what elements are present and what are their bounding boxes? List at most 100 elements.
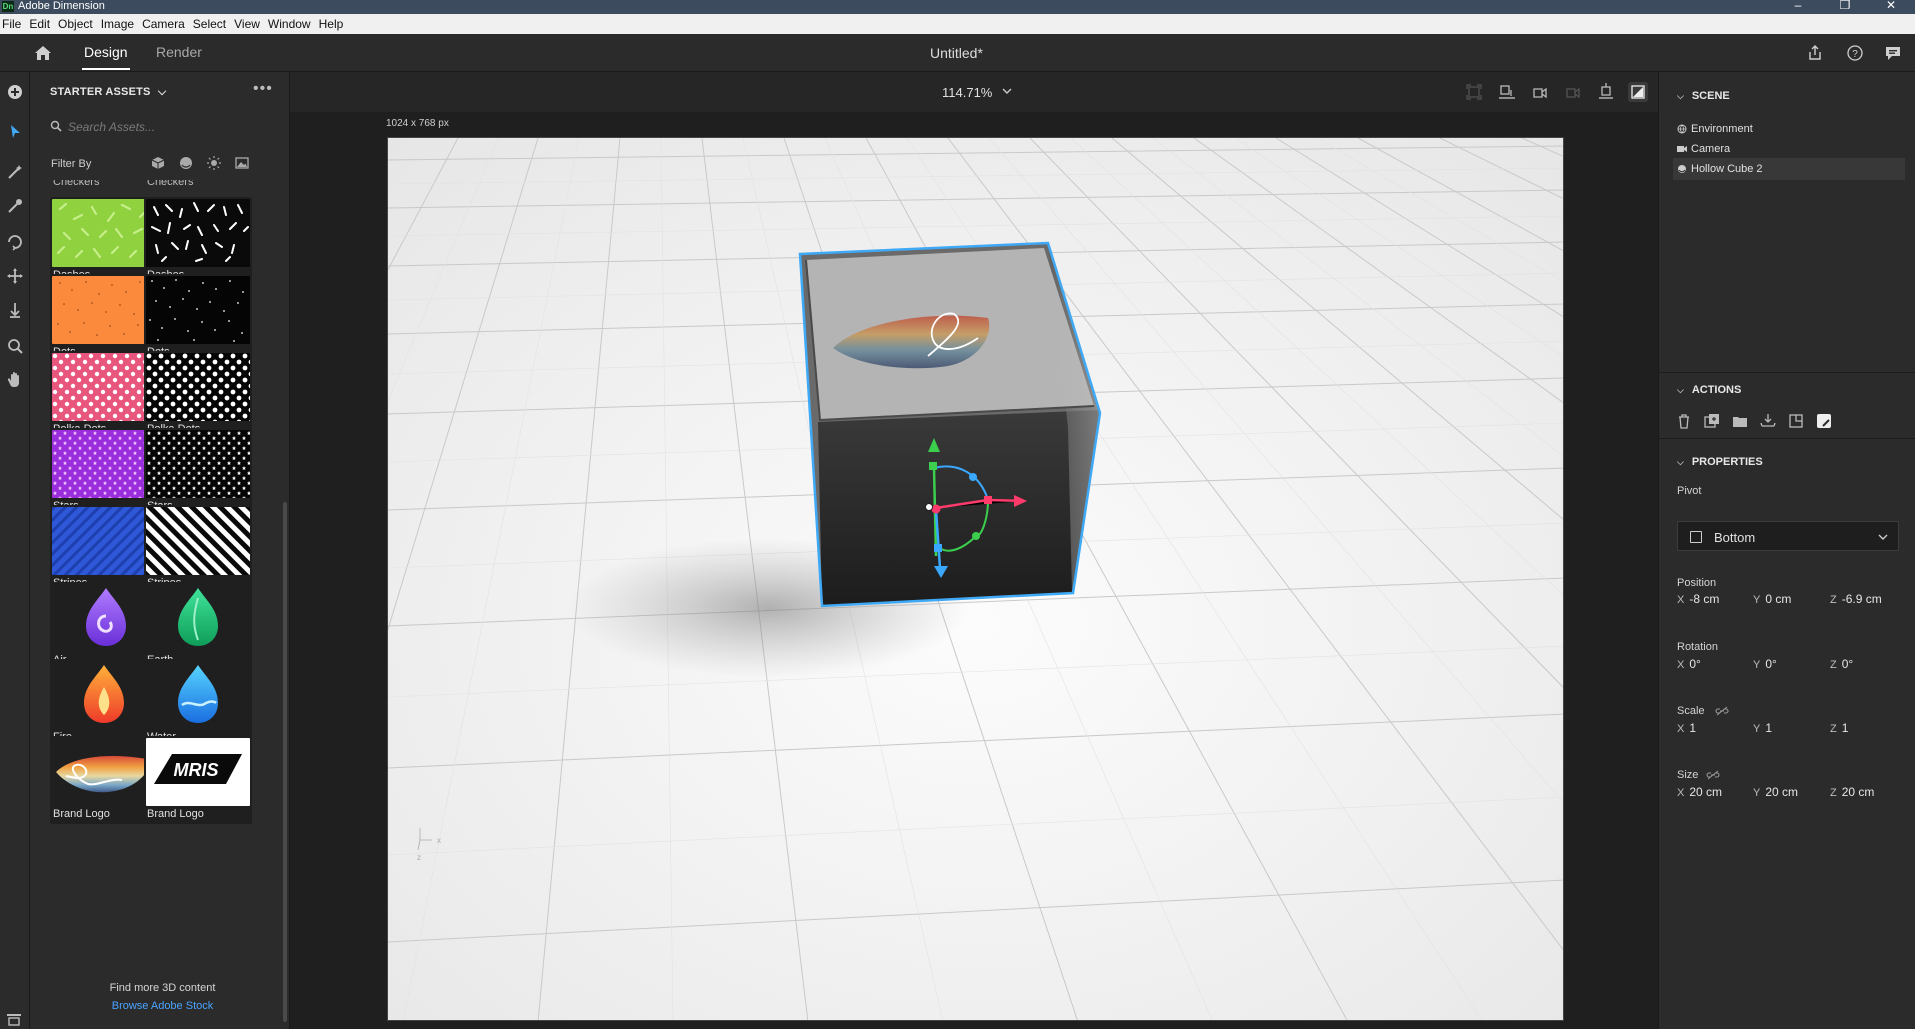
more-options-icon[interactable]: ••• bbox=[253, 80, 273, 98]
asset-brand-logo-mris[interactable]: MRIS Brand Logo bbox=[144, 736, 252, 824]
scene-item-camera[interactable]: Camera bbox=[1673, 138, 1905, 160]
asset-search bbox=[50, 116, 270, 138]
orbit-tool-icon[interactable] bbox=[5, 232, 25, 252]
asset-label: Brand Logo bbox=[147, 808, 204, 820]
asset-brand-logo-feather[interactable]: Brand Logo bbox=[50, 736, 158, 824]
position-y-field[interactable]: Y0 cm bbox=[1753, 592, 1791, 606]
menu-camera[interactable]: Camera bbox=[142, 17, 191, 31]
size-label: Size bbox=[1677, 769, 1699, 781]
asset-water[interactable]: Water bbox=[144, 659, 252, 747]
asset-dashes-green[interactable]: Dashes bbox=[50, 197, 158, 285]
menu-image[interactable]: Image bbox=[101, 17, 140, 31]
scene-item-hollow-cube[interactable]: Hollow Cube 2 bbox=[1673, 158, 1905, 180]
select-tool-icon[interactable] bbox=[5, 122, 25, 142]
home-icon[interactable] bbox=[34, 45, 52, 61]
camera-bookmark-icon[interactable] bbox=[1530, 82, 1550, 102]
asset-dashes-black[interactable]: Dashes bbox=[144, 197, 252, 285]
menu-edit[interactable]: Edit bbox=[29, 17, 56, 31]
search-icon bbox=[50, 120, 62, 132]
material-edit-icon[interactable] bbox=[1815, 412, 1833, 430]
share-icon[interactable] bbox=[1806, 44, 1824, 62]
asset-air[interactable]: Air bbox=[50, 582, 158, 670]
asset-earth[interactable]: Earth bbox=[144, 582, 252, 670]
actions-section-header[interactable]: ⌵ ACTIONS bbox=[1677, 384, 1741, 396]
app-logo-icon: Dn bbox=[2, 1, 14, 12]
asset-fire[interactable]: Fire bbox=[50, 659, 158, 747]
asset-polka-pink[interactable]: Polka Dots bbox=[50, 351, 158, 439]
magic-wand-icon[interactable] bbox=[5, 162, 25, 182]
filter-lights-icon[interactable] bbox=[207, 156, 221, 170]
menu-file[interactable]: File bbox=[2, 17, 27, 31]
rotation-z-field[interactable]: Z 0° bbox=[1830, 657, 1853, 671]
tab-design[interactable]: Design bbox=[82, 44, 130, 70]
dolly-tool-icon[interactable] bbox=[5, 300, 25, 320]
duplicate-icon[interactable] bbox=[1703, 412, 1721, 430]
group-folder-icon[interactable] bbox=[1731, 412, 1749, 430]
size-x-field[interactable]: X 20 cm bbox=[1677, 785, 1722, 799]
menu-view[interactable]: View bbox=[234, 17, 266, 31]
layers-panel-icon[interactable] bbox=[6, 1012, 22, 1026]
asset-dots-black[interactable]: Dots bbox=[144, 274, 252, 362]
minimize-icon[interactable]: – bbox=[1778, 0, 1818, 12]
undo-camera-icon[interactable] bbox=[1563, 82, 1583, 102]
pan-camera-icon[interactable] bbox=[5, 266, 25, 286]
frame-icon[interactable] bbox=[1464, 82, 1484, 102]
align-ground-icon[interactable] bbox=[1497, 82, 1517, 102]
3d-viewport[interactable]: x z bbox=[387, 137, 1564, 1021]
filter-images-icon[interactable] bbox=[235, 156, 249, 170]
rotation-y-field[interactable]: Y 0° bbox=[1753, 657, 1777, 671]
asset-stripes-bw[interactable]: Stripes bbox=[144, 505, 252, 593]
send-to-ground-icon[interactable] bbox=[1596, 82, 1616, 102]
feather-logo-thumbnail bbox=[52, 738, 156, 806]
close-icon[interactable]: ✕ bbox=[1871, 0, 1911, 12]
dashes-thumbnail bbox=[52, 199, 156, 267]
size-z-field[interactable]: Z 20 cm bbox=[1830, 785, 1874, 799]
stripes-thumbnail bbox=[146, 507, 250, 575]
filter-models-icon[interactable] bbox=[151, 156, 165, 170]
rotation-x-field[interactable]: X 0° bbox=[1677, 657, 1701, 671]
assets-panel-title[interactable]: STARTER ASSETS ⌵ bbox=[50, 86, 166, 99]
position-z-field[interactable]: Z -6.9 cm bbox=[1830, 592, 1882, 606]
menu-window[interactable]: Window bbox=[268, 17, 317, 31]
scale-x-field[interactable]: X1 bbox=[1677, 721, 1696, 735]
search-input[interactable] bbox=[68, 118, 263, 136]
tab-render[interactable]: Render bbox=[156, 44, 202, 60]
menu-object[interactable]: Object bbox=[58, 17, 99, 31]
position-x-field[interactable]: X -8 cm bbox=[1677, 592, 1719, 606]
link-proportions-icon[interactable] bbox=[1706, 770, 1720, 780]
menu-select[interactable]: Select bbox=[193, 17, 232, 31]
browse-adobe-stock-link[interactable]: Browse Adobe Stock bbox=[60, 1000, 265, 1012]
pivot-dropdown[interactable]: Bottom bbox=[1677, 521, 1899, 551]
asset-stars-black[interactable]: Stars bbox=[144, 428, 252, 516]
asset-stars-purple[interactable]: Stars bbox=[50, 428, 158, 516]
delete-icon[interactable] bbox=[1675, 412, 1693, 430]
sample-tool-icon[interactable] bbox=[5, 196, 25, 216]
scale-y-field[interactable]: Y1 bbox=[1753, 721, 1772, 735]
scene-section-header[interactable]: ⌵ SCENE bbox=[1677, 90, 1730, 102]
place-on-image-icon[interactable] bbox=[1787, 412, 1805, 430]
chevron-down-icon: ⌵ bbox=[1677, 91, 1684, 101]
scale-z-field[interactable]: Z1 bbox=[1830, 721, 1848, 735]
zoom-level[interactable]: 114.71% bbox=[942, 85, 992, 100]
size-y-field[interactable]: Y 20 cm bbox=[1753, 785, 1798, 799]
asset-stripes-blue[interactable]: Stripes bbox=[50, 505, 158, 593]
assets-scrollbar[interactable] bbox=[283, 502, 287, 1022]
menu-help[interactable]: Help bbox=[319, 17, 350, 31]
drop-to-ground-icon[interactable] bbox=[1759, 412, 1777, 430]
feedback-icon[interactable] bbox=[1884, 44, 1902, 62]
maximize-icon[interactable]: ❐ bbox=[1825, 0, 1865, 12]
zoom-tool-icon[interactable] bbox=[5, 336, 25, 356]
link-proportions-icon[interactable] bbox=[1715, 706, 1729, 716]
help-icon[interactable]: ? bbox=[1846, 44, 1864, 62]
asset-polka-black[interactable]: Polka Dots bbox=[144, 351, 252, 439]
scene-title: SCENE bbox=[1691, 90, 1730, 102]
properties-section-header[interactable]: ⌵ PROPERTIES bbox=[1677, 456, 1763, 468]
add-content-icon[interactable] bbox=[5, 82, 25, 102]
asset-dots-orange[interactable]: Dots bbox=[50, 274, 158, 362]
hand-tool-icon[interactable] bbox=[5, 370, 25, 390]
scene-item-label: Environment bbox=[1691, 123, 1753, 135]
scene-item-environment[interactable]: Environment bbox=[1673, 118, 1905, 140]
filter-materials-icon[interactable] bbox=[179, 156, 193, 170]
chevron-down-icon[interactable] bbox=[1002, 87, 1012, 95]
render-preview-icon[interactable] bbox=[1628, 82, 1648, 102]
